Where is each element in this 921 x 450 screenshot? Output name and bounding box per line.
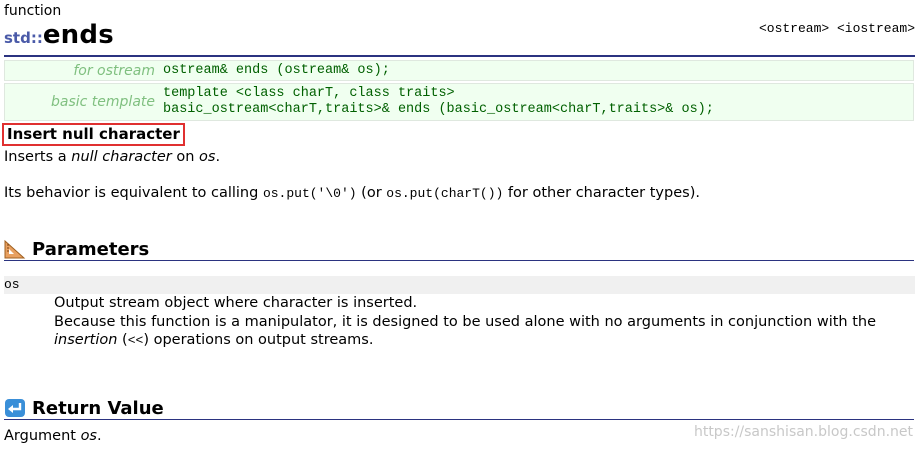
param-em: insertion	[54, 332, 118, 348]
return-description: Argument os.	[4, 428, 102, 444]
param-code: <<	[127, 333, 144, 348]
param-line: insertion (<<) operations on output stre…	[54, 331, 876, 351]
prototype-label: for ostream	[73, 62, 155, 79]
function-name: ends	[42, 20, 114, 50]
entity-kind: function	[4, 3, 62, 19]
desc-code: os.put(charT())	[386, 186, 504, 201]
return-arrow-icon	[5, 399, 25, 417]
description-line-2: Its behavior is equivalent to calling os…	[4, 185, 700, 201]
desc-text: on	[171, 149, 200, 165]
prototype-label: basic template	[51, 94, 155, 110]
watermark: https://sanshisan.blog.csdn.net	[693, 424, 913, 440]
desc-text: Inserts a	[4, 149, 72, 165]
prototypes-table: for ostream ostream& ends (ostream& os);…	[4, 60, 914, 123]
desc-text: (or	[356, 185, 387, 201]
desc-text: for other character types).	[503, 185, 700, 201]
prototype-row: for ostream ostream& ends (ostream& os);	[4, 60, 914, 81]
namespace-link[interactable]: std::	[4, 29, 43, 47]
prototype-code: basic_ostream<charT,traits>& ends (basic…	[163, 102, 714, 117]
param-description: Output stream object where character is …	[54, 294, 876, 351]
summary-highlight: Insert null character	[2, 123, 185, 146]
ret-text: Argument	[4, 428, 81, 444]
header-links[interactable]: <ostream> <iostream>	[759, 21, 915, 36]
title-divider	[4, 55, 915, 57]
desc-text: Its behavior is equivalent to calling	[4, 185, 263, 201]
prototype-code: ostream& ends (ostream& os);	[163, 62, 390, 78]
prototype-code-block: template <class charT, class traits> bas…	[163, 86, 714, 118]
desc-code: os.put('\0')	[262, 186, 357, 201]
desc-em: os	[199, 149, 216, 165]
prototype-code: template <class charT, class traits>	[163, 86, 455, 101]
ret-em: os	[80, 428, 97, 444]
param-text: (	[117, 332, 128, 348]
section-heading: Parameters	[32, 238, 150, 260]
desc-text: .	[215, 149, 221, 165]
triangle-ruler-icon	[4, 239, 26, 259]
section-return-value: Return Value	[4, 397, 914, 420]
param-line: Because this function is a manipulator, …	[54, 313, 877, 330]
param-name: os	[4, 276, 915, 294]
section-parameters: Parameters	[4, 238, 914, 261]
param-line: Output stream object where character is …	[54, 295, 418, 311]
page-title: std:: ends	[4, 20, 114, 50]
ret-text: .	[97, 428, 102, 444]
summary-text: Insert null character	[7, 125, 180, 143]
section-heading: Return Value	[32, 397, 164, 419]
description-line-1: Inserts a null character on os.	[4, 149, 220, 165]
param-text: ) operations on output streams.	[143, 332, 374, 348]
desc-em: null character	[71, 149, 172, 165]
prototype-row: basic template template <class charT, cl…	[4, 83, 914, 121]
